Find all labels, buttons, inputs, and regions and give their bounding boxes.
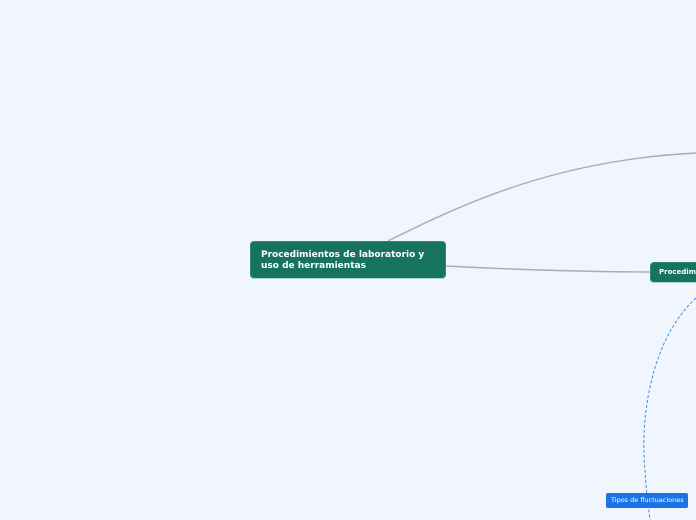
root-topic-label: Procedimientos de laboratorio y uso de h…: [261, 250, 425, 271]
leaf-topic-node[interactable]: Tipos de fluctuaciones: [606, 493, 688, 508]
branch-topic-node[interactable]: Procedimientos: [651, 263, 696, 282]
leaf-topic-label: Tipos de fluctuaciones: [611, 496, 684, 504]
connector-root-to-offscreen-top: [387, 152, 696, 242]
branch-topic-label: Procedimientos: [659, 268, 696, 276]
root-topic-node[interactable]: Procedimientos de laboratorio y uso de h…: [251, 242, 445, 278]
connector-dashed-branch-to-leaf: [643, 297, 696, 520]
mindmap-canvas[interactable]: Procedimientos de laboratorio y uso de h…: [0, 0, 696, 520]
connector-root-to-branch: [445, 265, 652, 273]
